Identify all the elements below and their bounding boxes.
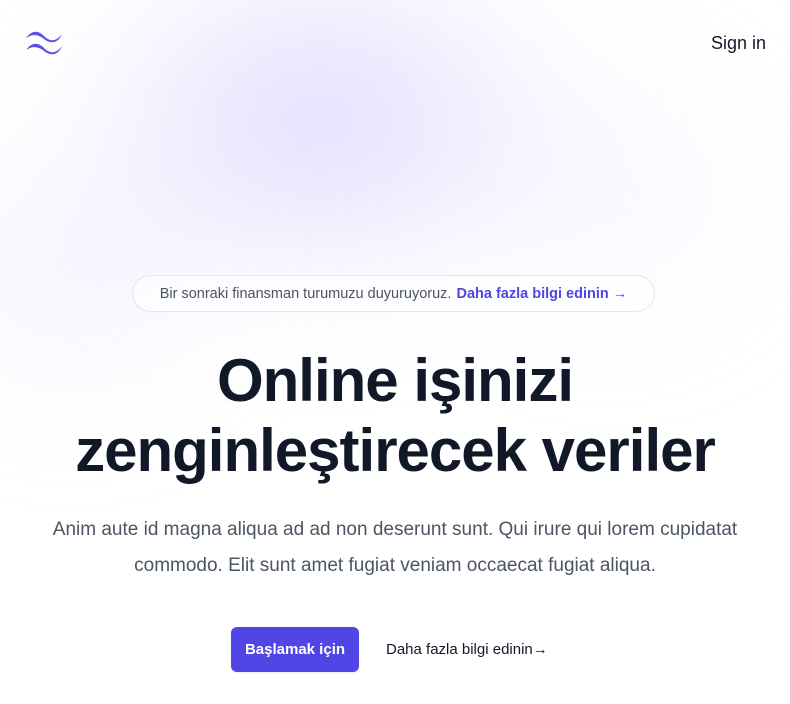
hero-description: Anim aute id magna aliqua ad ad non dese… bbox=[0, 512, 790, 584]
announcement-text: Bir sonraki finansman turumuzu duyuruyor… bbox=[159, 285, 452, 302]
hero-description-line2: commodo. Elit sunt amet fugiat veniam oc… bbox=[134, 555, 656, 576]
announcement-pill: Bir sonraki finansman turumuzu duyuruyor… bbox=[132, 275, 655, 312]
learn-more-link[interactable]: Daha fazla bilgi edinin→ bbox=[386, 640, 548, 660]
announcement-learn-more-link[interactable]: Daha fazla bilgi edinin → bbox=[456, 286, 627, 302]
hero-headline: Online işinizi zenginleştirecek veriler bbox=[0, 346, 790, 486]
get-started-button[interactable]: Başlamak için bbox=[231, 627, 359, 672]
hero-headline-line2: zenginleştirecek veriler bbox=[75, 417, 716, 484]
landing-page: Sign in Bir sonraki finansman turumuzu d… bbox=[0, 0, 790, 704]
logo-link[interactable] bbox=[24, 28, 64, 56]
top-navigation: Sign in bbox=[0, 0, 790, 86]
hero-headline-line1: Online işinizi bbox=[216, 347, 574, 414]
hero-actions: Başlamak için Daha fazla bilgi edinin→ bbox=[0, 627, 790, 673]
hero-description-line1: Anim aute id magna aliqua ad ad non dese… bbox=[52, 519, 738, 540]
sign-in-link[interactable]: Sign in bbox=[711, 32, 766, 54]
tailwind-wave-logo-icon bbox=[26, 31, 62, 55]
